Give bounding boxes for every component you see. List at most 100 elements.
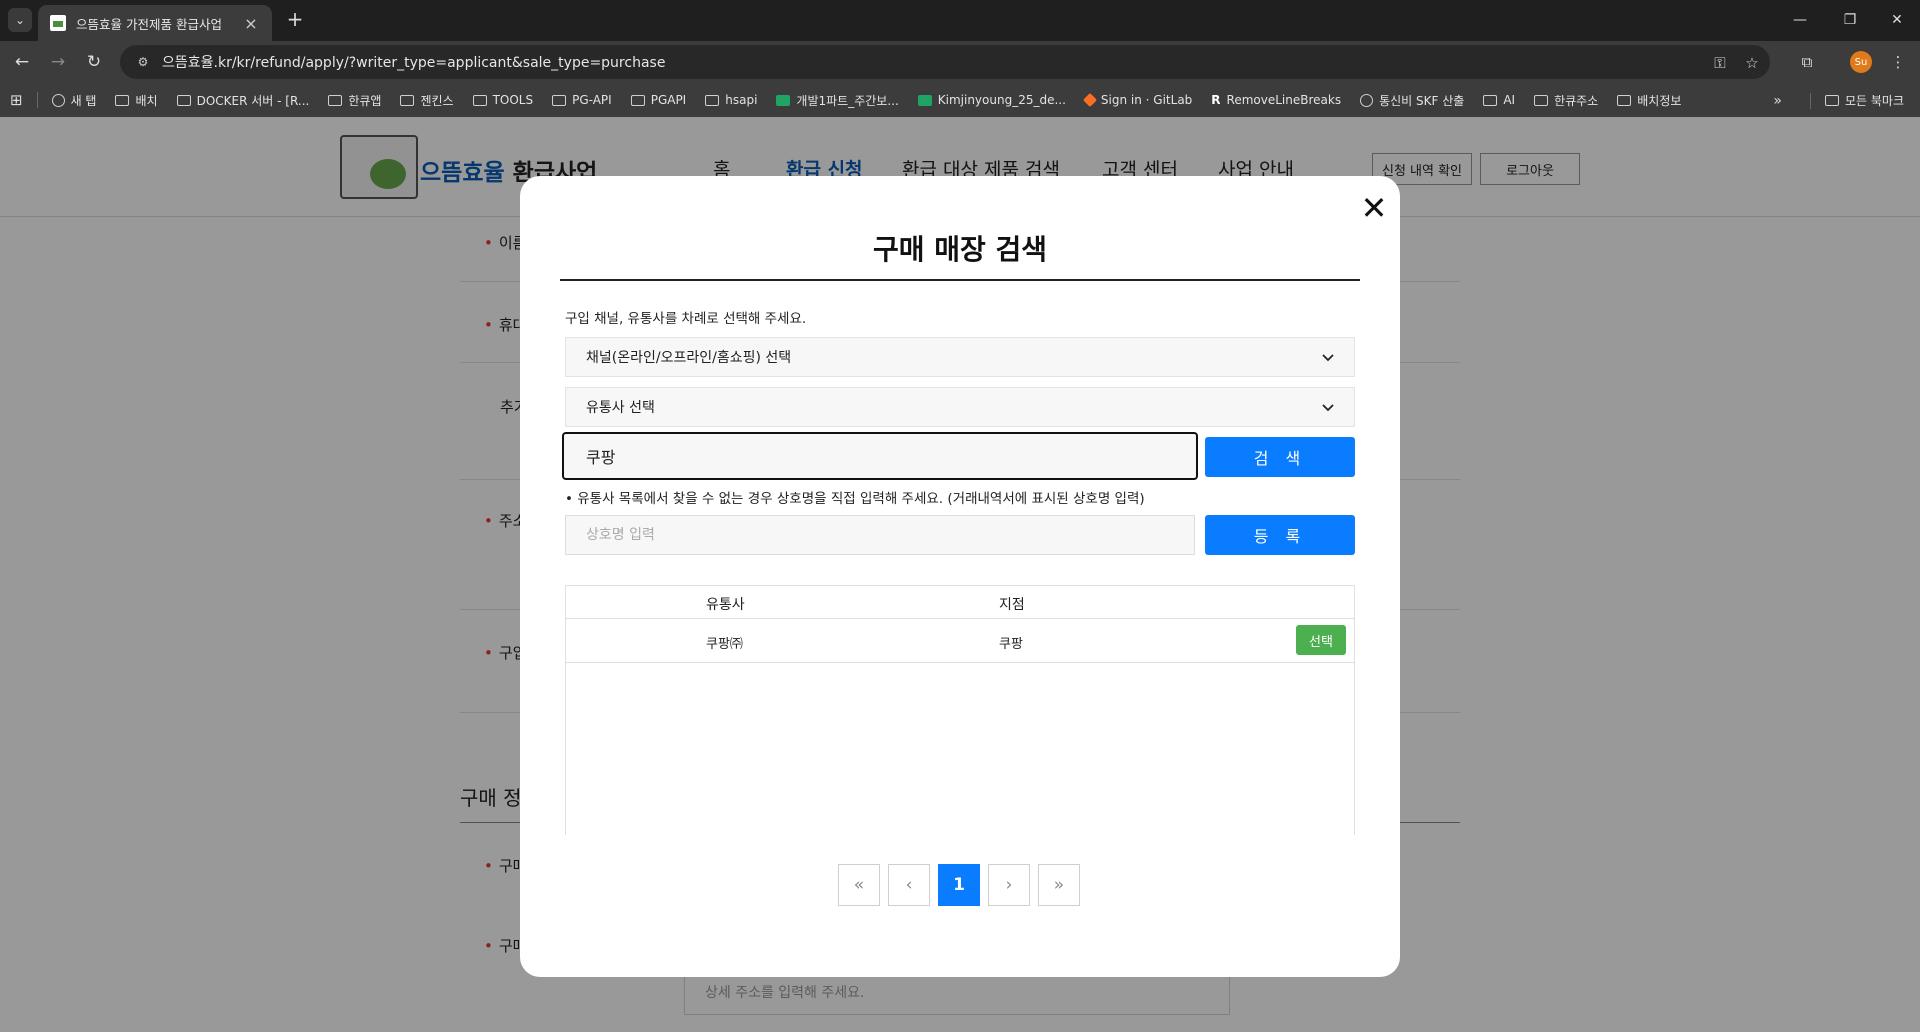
first-page-button[interactable]: « — [838, 864, 880, 906]
forward-button[interactable]: → — [44, 48, 72, 76]
browser-tab[interactable]: 으뜸효율 가전제품 환급사업 × — [38, 5, 272, 41]
minimize-button[interactable]: — — [1777, 0, 1823, 40]
chevron-left-icon: ‹ — [905, 875, 913, 895]
distributor-select[interactable]: 유통사 선택 — [565, 387, 1355, 427]
more-menu-icon[interactable]: ⋮ — [1888, 52, 1908, 72]
bookmark-label: PG-API — [572, 93, 612, 107]
chevron-right-icon: › — [1005, 875, 1013, 895]
bookmark-item[interactable]: 새 탭 — [51, 92, 96, 109]
distributor-select-value: 유통사 선택 — [586, 400, 655, 416]
bookmark-item[interactable]: 배치정보 — [1617, 92, 1681, 109]
next-page-button[interactable]: › — [988, 864, 1030, 906]
back-button[interactable]: ← — [8, 48, 36, 76]
bookmark-item[interactable]: AI — [1483, 93, 1515, 107]
manual-entry-note: • 유통사 목록에서 찾을 수 없는 경우 상호명을 직접 입력해 주세요. (… — [565, 491, 1145, 507]
bookmarks-overflow-icon[interactable]: » — [1773, 93, 1782, 109]
channel-select-value: 채널(온라인/오프라인/홈쇼핑) 선택 — [586, 350, 792, 366]
close-modal-button[interactable]: ✕ — [1356, 190, 1392, 226]
folder-icon — [630, 94, 645, 106]
url-text[interactable]: 으뜸효율.kr/kr/refund/apply/?writer_type=app… — [162, 52, 665, 72]
bookmark-label: 한큐주소 — [1554, 93, 1599, 108]
bookmark-label: Sign in · GitLab — [1100, 93, 1193, 107]
modal-title: 구매 매장 검색 — [872, 233, 1048, 266]
bookmark-label: 배치정보 — [1637, 93, 1682, 108]
gitlab-icon — [1082, 92, 1097, 108]
extensions-icon[interactable]: ⧉ — [1797, 52, 1817, 72]
select-row-button[interactable]: 선택 — [1296, 625, 1346, 655]
key-icon[interactable]: ⚿ — [1710, 53, 1730, 73]
store-search-modal: ✕ 구매 매장 검색 구입 채널, 유통사를 차례로 선택해 주세요. 채널(온… — [520, 176, 1400, 977]
register-button[interactable]: 등 록 — [1205, 515, 1355, 555]
sheet-icon — [917, 94, 932, 106]
tab-search-button[interactable]: ⌄ — [8, 8, 32, 32]
branch-cell: 쿠팡 — [999, 637, 1023, 652]
site-favicon-icon — [50, 15, 66, 31]
channel-select[interactable]: 채널(온라인/오프라인/홈쇼핑) 선택 — [565, 337, 1355, 377]
bookmark-item[interactable]: DOCKER 서버 - [R... — [176, 92, 309, 109]
bookmark-item[interactable]: PG-API — [552, 93, 612, 107]
folder-icon — [552, 94, 567, 106]
chevron-down-icon: ⌄ — [14, 13, 26, 27]
bookmark-item[interactable]: PGAPI — [630, 93, 686, 107]
reload-button[interactable]: ↻ — [80, 48, 108, 76]
bookmark-item[interactable]: TOOLS — [472, 93, 534, 107]
all-bookmarks[interactable]: 모든 북마크 — [1824, 92, 1904, 109]
bookmark-item[interactable]: R RemoveLineBreaks — [1211, 93, 1341, 107]
new-tab-button[interactable]: + — [282, 6, 308, 32]
bookmark-item[interactable]: 배치 — [115, 92, 158, 109]
bookmark-label: AI — [1503, 93, 1516, 107]
bookmark-item[interactable]: 젠킨스 — [400, 92, 454, 109]
bookmark-item[interactable]: 한큐앱 — [328, 92, 381, 109]
bookmark-list: 새 탭 배치 DOCKER 서버 - [R... 한큐앱 젠킨스 TOOLS PG-API P… — [51, 92, 1701, 109]
bookmark-item[interactable]: Sign in · GitLab — [1082, 92, 1193, 108]
bookmark-item[interactable]: hsapi — [705, 93, 757, 107]
title-divider — [560, 279, 1360, 281]
close-icon[interactable]: × — [242, 14, 260, 33]
close-window-button[interactable]: ✕ — [1874, 0, 1920, 40]
arrow-left-icon: ← — [14, 52, 30, 72]
apps-grid-icon[interactable]: ⊞ — [10, 91, 23, 109]
chevron-down-icon — [1322, 354, 1334, 362]
bookmark-item[interactable]: 개발1파트_주간보... — [776, 92, 899, 109]
folder-icon — [1534, 94, 1549, 106]
bookmark-item[interactable]: 한큐주소 — [1534, 92, 1598, 109]
distributor-search-input[interactable] — [562, 432, 1198, 480]
folder-icon — [1483, 94, 1498, 106]
column-header-distributor: 유통사 — [706, 597, 745, 613]
table-header-divider — [566, 618, 1354, 619]
bookmark-label: hsapi — [725, 93, 758, 107]
arrow-right-icon: → — [50, 52, 66, 72]
star-icon[interactable]: ☆ — [1742, 53, 1762, 73]
bookmark-label: RemoveLineBreaks — [1226, 93, 1342, 107]
folder-icon — [705, 94, 720, 106]
bookmark-item[interactable]: Kimjinyoung_25_de... — [917, 93, 1066, 107]
business-name-input[interactable] — [565, 515, 1195, 555]
restore-button[interactable]: ❐ — [1827, 0, 1873, 40]
bookmarks-bar: ⊞ 새 탭 배치 DOCKER 서버 - [R... 한큐앱 젠킨스 TOOLS PG-AP… — [0, 83, 1920, 117]
profile-avatar[interactable]: Su — [1850, 51, 1872, 73]
bookmark-label: TOOLS — [492, 93, 534, 107]
folder-icon — [400, 94, 415, 106]
site-info-icon[interactable]: ⚙ — [134, 53, 152, 71]
search-button[interactable]: 검 색 — [1205, 437, 1355, 477]
folder-icon — [1824, 95, 1839, 106]
column-header-branch: 지점 — [999, 597, 1025, 613]
bookmark-label: Kimjinyoung_25_de... — [937, 93, 1066, 107]
reload-icon: ↻ — [86, 52, 102, 72]
distributor-cell: 쿠팡㈜ — [706, 637, 743, 652]
prev-page-button[interactable]: ‹ — [888, 864, 930, 906]
plus-icon: + — [286, 7, 304, 31]
page-1-button[interactable]: 1 — [938, 864, 980, 906]
restore-icon: ❐ — [1843, 12, 1857, 28]
result-table: 유통사 지점 쿠팡㈜ 쿠팡 선택 — [565, 585, 1355, 835]
bookmark-label: 한큐앱 — [348, 93, 382, 108]
r-icon: R — [1211, 93, 1221, 107]
bookmark-label: 배치 — [135, 93, 158, 108]
address-bar[interactable]: ⚙ 으뜸효율.kr/kr/refund/apply/?writer_type=a… — [120, 45, 1770, 79]
folder-icon — [472, 94, 487, 106]
last-page-button[interactable]: » — [1038, 864, 1080, 906]
close-icon: ✕ — [1360, 189, 1388, 227]
chevron-down-icon — [1322, 404, 1334, 412]
close-icon: ✕ — [1891, 12, 1903, 28]
bookmark-item[interactable]: 통신비 SKF 산출 — [1360, 92, 1464, 109]
